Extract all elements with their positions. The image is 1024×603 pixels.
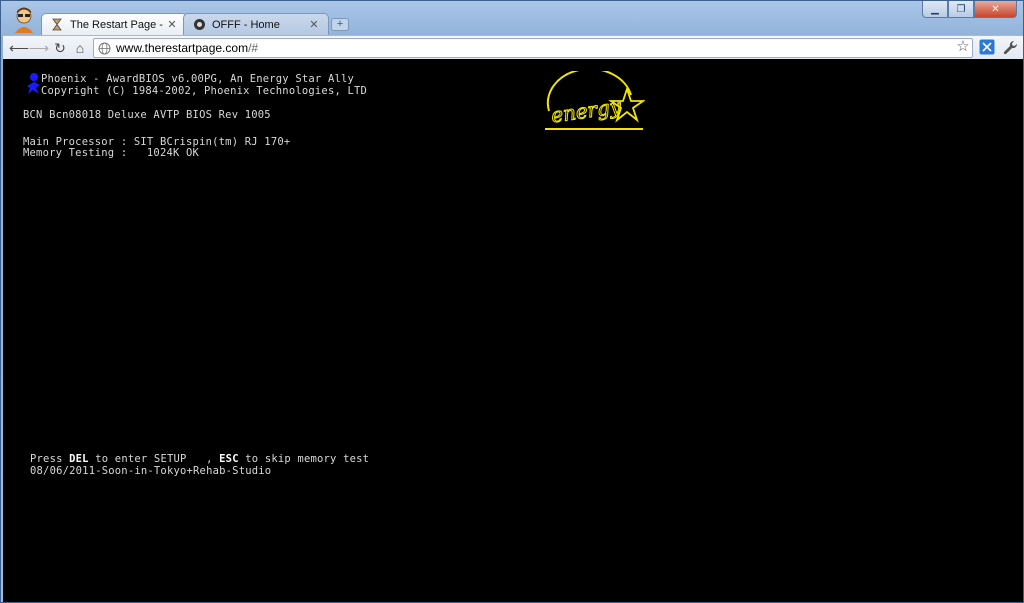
press-suffix: to skip memory test	[238, 453, 370, 465]
url-host: www.therestartpage.com	[116, 41, 249, 55]
maximize-icon[interactable]: ❐	[948, 1, 974, 18]
press-mid: to enter SETUP ,	[88, 453, 220, 465]
star-icon[interactable]: ☆	[955, 39, 971, 55]
forward-arrow-icon[interactable]: ⟶	[29, 39, 49, 57]
home-icon[interactable]: ⌂	[71, 39, 89, 57]
close-tab-icon[interactable]: ✕	[166, 18, 178, 31]
minimize-icon[interactable]: ▁	[922, 1, 948, 18]
energy-star-logo: energy	[545, 71, 645, 130]
url-rest: /#	[248, 41, 259, 55]
back-arrow-icon[interactable]: ⟵	[9, 39, 29, 57]
bios-date-line: 08/06/2011-Soon-in-Tokyo+Rehab-Studio	[30, 465, 272, 477]
reload-icon[interactable]: ↻	[51, 39, 69, 57]
wrench-icon[interactable]	[1001, 39, 1019, 57]
extension-icon[interactable]	[979, 39, 995, 55]
address-bar[interactable]: www.therestartpage.com/#	[93, 38, 973, 58]
tab-label: The Restart Page - Free unli	[70, 18, 166, 31]
bios-setup-prompt: Press DEL to enter SETUP , ESC to skip m…	[30, 453, 369, 465]
close-tab-icon[interactable]: ✕	[308, 18, 320, 31]
press-prefix: Press	[30, 453, 70, 465]
bios-memory-line: Memory Testing : 1024K OK	[23, 147, 200, 159]
bios-title-line: Phoenix - AwardBIOS v6.00PG, An Energy S…	[41, 73, 355, 85]
browser-window: The Restart Page - Free unli ✕ OFFF - Ho…	[0, 0, 1024, 603]
tab-label: OFFF - Home	[212, 18, 280, 31]
del-key: DEL	[69, 453, 89, 465]
energy-logo-text: energy	[550, 94, 624, 128]
tab-strip: The Restart Page - Free unli ✕ OFFF - Ho…	[1, 1, 1023, 35]
new-tab-button[interactable]: +	[331, 18, 349, 31]
hourglass-icon	[50, 18, 64, 32]
esc-key: ESC	[219, 453, 239, 465]
tab-offf-home[interactable]: OFFF - Home ✕	[183, 13, 329, 35]
offf-favicon-icon	[192, 18, 206, 32]
window-controls: ▁ ❐ ✕	[922, 1, 1017, 18]
url-text: www.therestartpage.com/#	[116, 41, 258, 55]
bios-revision-line: BCN Bcn08018 Deluxe AVTP BIOS Rev 1005	[23, 109, 271, 121]
tab-restart-page[interactable]: The Restart Page - Free unli ✕	[41, 13, 187, 35]
page-globe-icon	[98, 42, 111, 54]
award-bios-logo-icon	[27, 73, 40, 94]
toolbar: ⟵ ⟶ ↻ ⌂ www.therestartpage.com/# ☆	[3, 35, 1023, 59]
bios-copyright-line: Copyright (C) 1984-2002, Phoenix Technol…	[41, 85, 368, 97]
profile-avatar-icon[interactable]	[13, 7, 35, 33]
page-content-bios-screen[interactable]: Phoenix - AwardBIOS v6.00PG, An Energy S…	[3, 59, 1023, 602]
close-window-icon[interactable]: ✕	[974, 1, 1017, 18]
